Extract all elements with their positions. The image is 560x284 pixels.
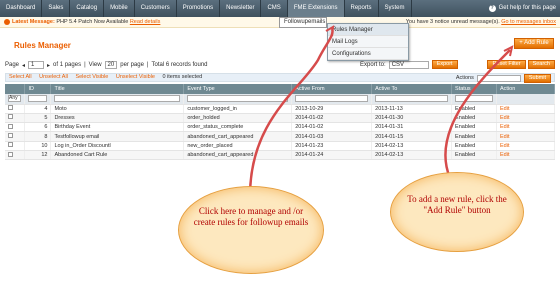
callout-text-right: To add a new rule, click the "Add Rule" … [407, 194, 507, 215]
callout-text-left: Click here to manage and /or create rule… [193, 206, 309, 227]
arrow-to-add-rule [444, 49, 511, 179]
arrow-to-menu [248, 28, 334, 197]
arrowhead-menu [325, 25, 335, 37]
callout-cloud-left [178, 186, 324, 274]
